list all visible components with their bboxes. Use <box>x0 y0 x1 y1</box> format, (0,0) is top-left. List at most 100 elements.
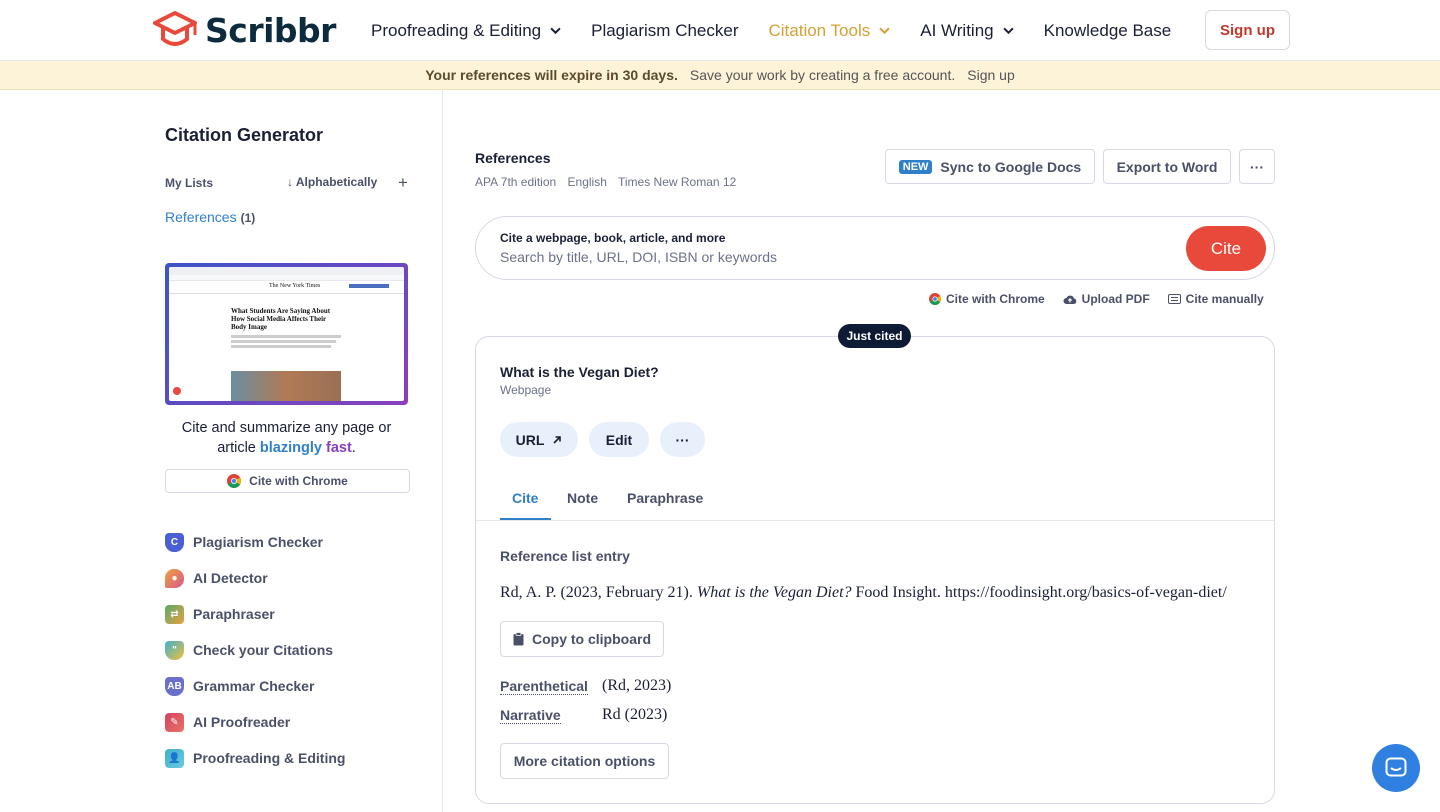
citation-style[interactable]: APA 7th edition <box>475 175 556 189</box>
tab-paraphrase[interactable]: Paraphrase <box>627 490 703 506</box>
banner-bold-text: Your references will expire in 30 days. <box>425 67 678 83</box>
chrome-extension-preview[interactable]: The New York Times What Students Are Say… <box>165 263 408 405</box>
nav-label: Citation Tools <box>768 20 871 40</box>
ai-detector-icon: ● <box>165 568 184 588</box>
tab-note[interactable]: Note <box>567 490 598 506</box>
copy-label: Copy to clipboard <box>532 631 651 647</box>
nav-label: Knowledge Base <box>1043 20 1172 40</box>
references-title: References <box>475 150 551 166</box>
parenthetical-label[interactable]: Parenthetical <box>500 678 588 695</box>
expiry-banner: Your references will expire in 30 days. … <box>0 61 1440 90</box>
plus-icon[interactable]: + <box>398 173 408 193</box>
banner-signup-link[interactable]: Sign up <box>967 67 1014 83</box>
tools-list: C Plagiarism Checker ● AI Detector ⇄ Par… <box>165 524 345 776</box>
chat-widget-button[interactable] <box>1372 744 1420 792</box>
tool-check-citations[interactable]: " Check your Citations <box>165 632 345 668</box>
url-button[interactable]: URL <box>500 422 578 457</box>
clipboard-icon <box>513 632 524 646</box>
citation-type: Webpage <box>500 383 552 397</box>
tool-label: Plagiarism Checker <box>193 534 323 550</box>
cloud-upload-icon <box>1063 295 1076 304</box>
chevron-down-icon <box>550 27 561 35</box>
sync-google-docs-button[interactable]: NEW Sync to Google Docs <box>885 149 1095 184</box>
preview-headline: What Students Are Saying About How Socia… <box>231 307 331 331</box>
url-label: URL <box>515 431 545 448</box>
cite-manually-link[interactable]: Cite manually <box>1167 292 1264 306</box>
top-navbar: Scribbr Proofreading & Editing Plagiaris… <box>0 0 1440 61</box>
sidebar: Citation Generator My Lists ↓ Alphabetic… <box>0 90 443 812</box>
cite-with-chrome-button[interactable]: Cite with Chrome <box>165 469 410 493</box>
chrome-button-label: Cite with Chrome <box>249 474 348 488</box>
nav-label: AI Writing <box>920 20 994 40</box>
sync-label: Sync to Google Docs <box>940 158 1082 175</box>
tool-proofreading-editing[interactable]: 👤 Proofreading & Editing <box>165 740 345 776</box>
editing-icon: 👤 <box>165 748 184 768</box>
upload-pdf-link[interactable]: Upload PDF <box>1063 292 1150 306</box>
chevron-down-icon <box>1003 27 1014 35</box>
citation-card: What is the Vegan Diet? Webpage URL Edit… <box>475 336 1275 804</box>
citation-more-button[interactable]: ··· <box>660 422 705 457</box>
language[interactable]: English <box>568 175 607 189</box>
cite-button[interactable]: Cite <box>1186 226 1266 271</box>
keyboard-icon <box>1167 294 1181 304</box>
external-link-icon <box>553 435 562 444</box>
nav-label: Plagiarism Checker <box>591 20 739 40</box>
tool-label: Paraphraser <box>193 606 275 622</box>
entry-title: What is the Vegan Diet? <box>696 584 852 601</box>
chrome-icon <box>929 293 941 305</box>
nav-plagiarism-checker[interactable]: Plagiarism Checker <box>591 21 738 41</box>
nav-proofreading-editing[interactable]: Proofreading & Editing <box>371 21 561 41</box>
scribbr-logo[interactable]: Scribbr <box>149 9 336 51</box>
sort-dropdown[interactable]: ↓ Alphabetically <box>287 175 377 189</box>
tool-paraphraser[interactable]: ⇄ Paraphraser <box>165 596 345 632</box>
entry-suffix: Food Insight. https://foodinsight.org/ba… <box>851 584 1227 601</box>
parenthetical-value[interactable]: (Rd, 2023) <box>602 677 671 695</box>
preview-screenshot: The New York Times What Students Are Say… <box>169 267 404 401</box>
edit-button[interactable]: Edit <box>589 422 649 457</box>
font-setting[interactable]: Times New Roman 12 <box>618 175 736 189</box>
promo-highlight-2: fast <box>325 440 352 456</box>
new-badge: NEW <box>898 159 933 174</box>
just-cited-badge: Just cited <box>838 324 911 348</box>
copy-to-clipboard-button[interactable]: Copy to clipboard <box>500 621 664 657</box>
signup-button[interactable]: Sign up <box>1205 10 1290 50</box>
export-word-button[interactable]: Export to Word <box>1103 149 1231 184</box>
paraphraser-icon: ⇄ <box>165 604 184 624</box>
tool-ai-detector[interactable]: ● AI Detector <box>165 560 345 596</box>
more-citation-options-button[interactable]: More citation options <box>500 743 669 779</box>
narrative-label[interactable]: Narrative <box>500 707 561 724</box>
chevron-down-icon <box>879 27 890 35</box>
tool-label: AI Detector <box>193 570 268 586</box>
cite-sub-actions: Cite with Chrome Upload PDF Cite manuall… <box>929 292 1282 306</box>
chrome-icon <box>227 474 242 488</box>
action-label: Cite with Chrome <box>946 292 1045 306</box>
list-label: References <box>165 209 237 225</box>
sidebar-list-references[interactable]: References (1) <box>165 209 255 225</box>
nav-knowledge-base[interactable]: Knowledge Base <box>1044 21 1172 41</box>
search-label: Cite a webpage, book, article, and more <box>500 231 726 245</box>
main-nav: Proofreading & Editing Plagiarism Checke… <box>371 0 1201 61</box>
tool-plagiarism-checker[interactable]: C Plagiarism Checker <box>165 524 345 560</box>
citation-tabs: Cite Note Paraphrase <box>476 474 1274 521</box>
reference-entry[interactable]: Rd, A. P. (2023, February 21). What is t… <box>500 584 1227 602</box>
nav-ai-writing[interactable]: AI Writing <box>920 20 1014 41</box>
search-input[interactable] <box>500 249 1160 265</box>
more-options-button[interactable]: ··· <box>1239 149 1275 184</box>
action-label: Cite manually <box>1185 292 1264 306</box>
tab-cite[interactable]: Cite <box>512 490 538 506</box>
proofreader-icon: ✎ <box>165 712 184 732</box>
sidebar-title: Citation Generator <box>165 125 324 145</box>
graduation-cap-icon <box>153 11 197 46</box>
action-label: Upload PDF <box>1081 292 1150 306</box>
cite-with-chrome-link[interactable]: Cite with Chrome <box>929 292 1045 306</box>
nav-citation-tools[interactable]: Citation Tools <box>769 21 891 41</box>
tool-grammar-checker[interactable]: AB Grammar Checker <box>165 668 345 704</box>
chat-icon <box>1385 757 1407 777</box>
citation-check-icon: " <box>165 640 184 660</box>
promo-text-after: . <box>351 440 356 456</box>
citation-title: What is the Vegan Diet? <box>500 364 659 380</box>
arrow-down-icon: ↓ <box>287 175 293 189</box>
tool-ai-proofreader[interactable]: ✎ AI Proofreader <box>165 704 345 740</box>
tool-label: AI Proofreader <box>193 714 291 730</box>
narrative-value[interactable]: Rd (2023) <box>602 706 667 724</box>
